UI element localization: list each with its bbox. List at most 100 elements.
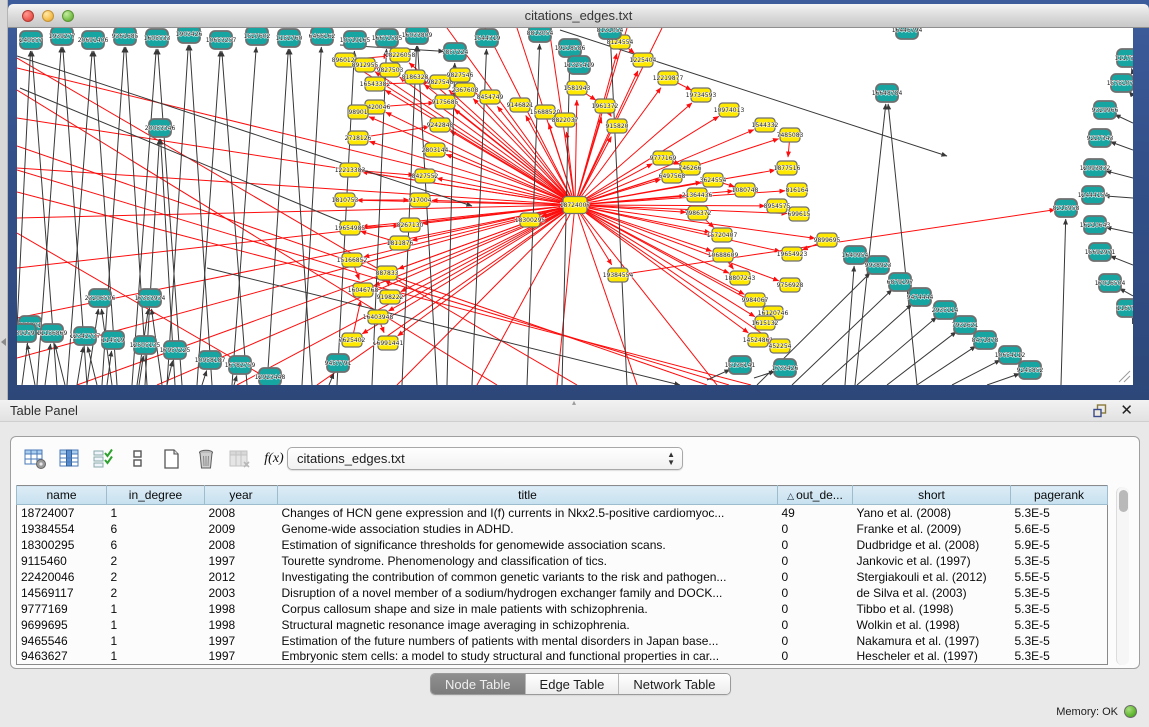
edge-black[interactable] (1132, 318, 1133, 320)
delete-table-button[interactable] (191, 446, 221, 472)
edge-black[interactable] (792, 290, 892, 385)
node-label: 1877516 (774, 165, 801, 172)
table-row[interactable]: 946554611997Estimation of the future num… (17, 633, 1108, 649)
table-cell: 5.9E-5 (1011, 537, 1108, 553)
new-table-button[interactable] (157, 446, 187, 472)
column-chooser-button[interactable] (55, 446, 85, 472)
edge-black[interactable] (290, 49, 312, 385)
column-header-title[interactable]: title (278, 486, 778, 505)
edge-black[interactable] (87, 309, 98, 385)
float-panel-icon[interactable] (1093, 404, 1107, 418)
node-label: 9227343 (1087, 135, 1114, 142)
node-label: 9827548 (427, 79, 454, 86)
table-panel: Table Panel ▴ ✕ (0, 400, 1149, 727)
node-label: 8186328 (402, 74, 429, 81)
table-settings-button[interactable] (21, 446, 51, 472)
left-collapse-rail[interactable] (0, 0, 8, 400)
select-rows-button[interactable] (89, 446, 119, 472)
edge-black[interactable] (845, 266, 854, 385)
close-panel-icon[interactable]: ✕ (1120, 402, 1133, 420)
edge-black[interactable] (1104, 196, 1133, 198)
column-header-in_degree[interactable]: in_degree (107, 486, 205, 505)
node-label: 16046768 (348, 287, 379, 294)
table-row[interactable]: 1830029562008Estimation of significance … (17, 537, 1108, 553)
edge-black[interactable] (822, 304, 912, 385)
table-vertical-scrollbar[interactable] (1116, 487, 1129, 665)
table-row[interactable]: 2242004622012Investigating the contribut… (17, 569, 1108, 585)
edge-red[interactable] (575, 103, 692, 205)
edge-black[interactable] (855, 104, 886, 385)
window-titlebar[interactable]: citations_edges.txt (8, 4, 1149, 28)
edge-black[interactable] (77, 347, 83, 385)
edge-black[interactable] (1120, 288, 1133, 296)
edge-black[interactable] (1061, 219, 1066, 385)
edge-red[interactable] (575, 130, 754, 205)
edge-black[interactable] (887, 332, 956, 385)
edge-black[interactable] (857, 317, 937, 385)
edge-red[interactable] (17, 168, 575, 205)
edge-black[interactable] (952, 360, 1000, 385)
column-header-year[interactable]: year (205, 486, 278, 505)
network-canvas[interactable]: 1872400718300295193845548960122891295518… (17, 28, 1133, 385)
column-header-pagerank[interactable]: pagerank (1011, 486, 1108, 505)
table-row[interactable]: 1938455462009Genome-wide association stu… (17, 521, 1108, 537)
node-label: 2718126 (345, 135, 372, 142)
edge-black[interactable] (917, 346, 976, 385)
edge-black[interactable] (372, 49, 387, 385)
tab-network-table[interactable]: Network Table (618, 674, 729, 694)
column-header-short[interactable]: short (853, 486, 1011, 505)
edge-red[interactable] (477, 205, 575, 385)
tab-node-table[interactable]: Node Table (431, 674, 525, 694)
edge-black[interactable] (1115, 115, 1133, 123)
edge-black[interactable] (1110, 256, 1133, 265)
canvas-resize-grip[interactable] (1119, 371, 1130, 382)
table-row[interactable]: 911546021997Tourette syndrome. Phenomeno… (17, 553, 1108, 569)
tab-edge-table[interactable]: Edge Table (525, 674, 619, 694)
row-height-button[interactable] (123, 446, 153, 472)
edge-black[interactable] (888, 104, 917, 385)
split-resize-grip[interactable]: ▴ (569, 400, 579, 406)
node-label: 18300295 (515, 217, 546, 224)
node-label: 18724007 (560, 202, 591, 209)
edge-black[interactable] (267, 49, 288, 385)
edge-black[interactable] (17, 51, 30, 328)
edge-red[interactable] (17, 205, 575, 218)
table-cell: 1 (107, 601, 205, 617)
edge-black[interactable] (447, 63, 455, 385)
edge-black[interactable] (754, 371, 775, 378)
table-row[interactable]: 1872400712008Changes of HCN gene express… (17, 505, 1108, 521)
edge-red[interactable] (575, 117, 602, 205)
edge-red[interactable] (401, 205, 575, 292)
edge-black[interactable] (1131, 68, 1133, 73)
node-label: 19734593 (686, 92, 717, 99)
table-cell: Changes of HCN gene expression and I(f) … (278, 505, 778, 521)
node-label: 1810753 (332, 197, 359, 204)
collapse-arrow-icon[interactable] (1, 338, 6, 346)
edge-red[interactable] (575, 205, 779, 281)
edge-black[interactable] (234, 376, 237, 385)
edge-black[interactable] (1110, 142, 1133, 150)
import-table-button[interactable] (225, 446, 255, 472)
table-cell: 1 (107, 617, 205, 633)
node-label: 8912955 (352, 62, 379, 69)
edge-black[interactable] (22, 336, 29, 385)
table-selector-dropdown[interactable]: citations_edges.txt ▲▼ (287, 447, 683, 470)
window-title: citations_edges.txt (8, 8, 1149, 23)
table-row[interactable]: 969969511998Structural magnetic resonanc… (17, 617, 1108, 633)
table-row[interactable]: 977716911998Corpus callosum shape and si… (17, 601, 1108, 617)
node-label: 20053346 (145, 125, 176, 132)
column-header-out_de[interactable]: △out_de... (778, 486, 853, 505)
edge-black[interactable] (232, 47, 256, 385)
edge-black[interactable] (202, 370, 207, 385)
function-builder-button[interactable]: f(x) (259, 446, 289, 472)
node-label: 8131054 (597, 28, 624, 34)
scrollbar-thumb[interactable] (1119, 490, 1128, 512)
table-row[interactable]: 1456911722003Disruption of a novel membe… (17, 585, 1108, 601)
column-header-name[interactable]: name (17, 486, 107, 505)
network-canvas-svg[interactable]: 1872400718300295193845548960122891295518… (17, 28, 1133, 385)
edge-black[interactable] (302, 47, 321, 385)
table-row[interactable]: 946362711997Embryonic stem cells: a mode… (17, 649, 1108, 665)
node-label: 3624554 (700, 177, 727, 184)
edge-black[interactable] (27, 344, 35, 385)
edge-black[interactable] (987, 374, 1020, 385)
